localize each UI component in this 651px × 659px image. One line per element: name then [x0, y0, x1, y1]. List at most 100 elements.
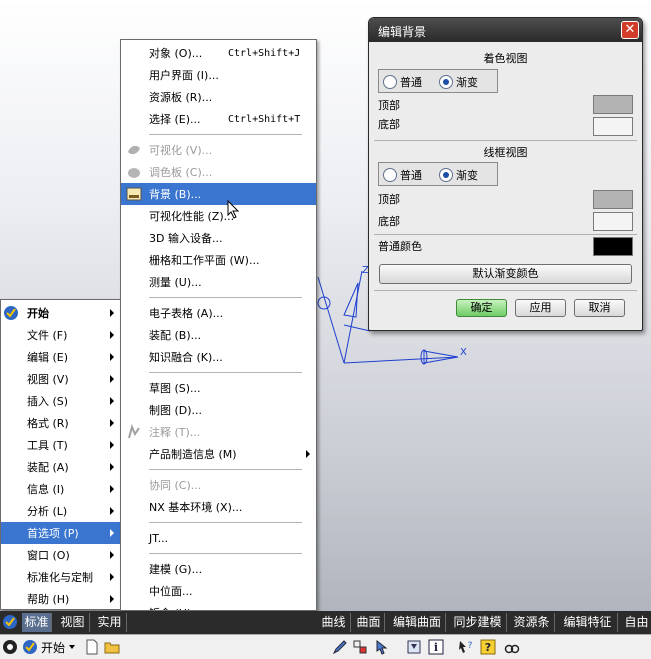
start-menu-item[interactable]: 信息 (I) [1, 478, 120, 500]
filter-icon[interactable] [406, 639, 422, 655]
ribbon-tab[interactable]: 实用 [93, 613, 127, 632]
preferences-menu-item[interactable]: 3D 输入设备... [121, 227, 316, 249]
start-menu: 开始 文件 (F) 编辑 (E) 视图 (V) 插入 (S) 格式 (R) 工具 (T) 装配… [0, 299, 121, 610]
start-menu-item[interactable]: 帮助 (H) [1, 588, 120, 610]
preferences-menu-item[interactable]: 用户界面 (I)... [121, 64, 316, 86]
svg-text:i: i [434, 641, 438, 654]
gear-icon[interactable] [2, 639, 18, 655]
preferences-menu-item[interactable]: 中位面... [121, 580, 316, 602]
info-icon[interactable]: i [428, 639, 444, 655]
palette-icon [128, 168, 140, 178]
dialog-title: 编辑背景 [378, 25, 427, 39]
close-button[interactable]: ✕ [621, 21, 639, 39]
shaded-top-color-swatch[interactable] [593, 95, 633, 114]
binoculars-icon[interactable] [504, 639, 520, 655]
preferences-menu-item[interactable]: 对象 (O)... Ctrl+Shift+J [121, 42, 316, 64]
start-menu-item[interactable]: 插入 (S) [1, 390, 120, 412]
svg-text:?: ? [485, 641, 491, 654]
preferences-menu-item[interactable]: 电子表格 (A)... [121, 302, 316, 324]
apply-button[interactable]: 应用 [515, 299, 566, 317]
ribbon-tab[interactable]: 编辑特征 [558, 613, 618, 632]
wireframe-bottom-label: 底部 [378, 215, 400, 228]
shaded-gradient-radio[interactable]: 渐变 [439, 74, 478, 90]
plain-color-swatch[interactable] [593, 237, 633, 256]
start-menu-item[interactable]: 文件 (F) [1, 324, 120, 346]
nx-logo-icon [3, 615, 17, 629]
select-icon[interactable] [374, 639, 390, 655]
start-menu-header[interactable]: 开始 [1, 302, 120, 324]
preferences-menu-item[interactable]: 建模 (G)... [121, 558, 316, 580]
new-file-icon[interactable] [84, 639, 100, 655]
ribbon-tab[interactable]: 曲线 [317, 613, 351, 632]
start-menu-item[interactable]: 首选项 (P) [1, 522, 120, 544]
ribbon-tab[interactable]: 编辑曲面 [389, 613, 446, 632]
snap-icon[interactable] [352, 639, 368, 655]
preferences-menu-item[interactable]: NX 基本环境 (X)... [121, 496, 316, 518]
svg-text:?: ? [468, 641, 473, 651]
shaded-plain-radio[interactable]: 普通 [383, 74, 422, 90]
preferences-menu-item[interactable]: 栅格和工作平面 (W)... [121, 249, 316, 271]
divider [374, 290, 637, 291]
submenu-arrow-icon [110, 485, 114, 493]
wireframe-plain-radio[interactable]: 普通 [383, 167, 422, 183]
preferences-menu-item[interactable]: 背景 (B)... [121, 183, 316, 205]
start-menu-item[interactable]: 工具 (T) [1, 434, 120, 456]
wireframe-top-label: 顶部 [378, 193, 400, 206]
ribbon-tab[interactable]: 标准 [22, 613, 52, 632]
pen-icon[interactable] [332, 639, 348, 655]
preferences-menu-item[interactable]: 制图 (D)... [121, 399, 316, 421]
preferences-menu-item[interactable]: 测量 (U)... [121, 271, 316, 293]
preferences-menu-item[interactable]: 可视化性能 (Z)... [121, 205, 316, 227]
start-menu-item[interactable]: 视图 (V) [1, 368, 120, 390]
wireframe-gradient-radio[interactable]: 渐变 [439, 167, 478, 183]
wireframe-mode-group: 普通 渐变 [378, 162, 498, 186]
preferences-menu-item[interactable]: 资源板 (R)... [121, 86, 316, 108]
plain-color-label: 普通颜色 [378, 240, 422, 253]
start-menu-item[interactable]: 标准化与定制 [1, 566, 120, 588]
preferences-menu-item[interactable]: 钣金 (H)... [121, 602, 316, 610]
divider [374, 234, 637, 235]
start-menu-item[interactable]: 窗口 (O) [1, 544, 120, 566]
ribbon-tab[interactable]: 曲面 [353, 613, 385, 632]
visualization-icon [128, 145, 140, 155]
open-folder-icon[interactable] [104, 639, 120, 655]
ok-button[interactable]: 确定 [456, 299, 507, 317]
mouse-cursor-icon [227, 199, 241, 220]
preferences-menu-item[interactable]: JT... [121, 527, 316, 549]
ribbon-tab[interactable]: 自由 [621, 613, 651, 632]
shaded-mode-group: 普通 渐变 [378, 69, 498, 93]
radio-circle-icon [383, 168, 397, 182]
preferences-menu-item[interactable]: 选择 (E)... Ctrl+Shift+T [121, 108, 316, 130]
dialog-titlebar[interactable]: 编辑背景 ✕ [369, 18, 642, 42]
submenu-arrow-icon [306, 450, 310, 458]
whats-this-icon[interactable]: ? [458, 639, 474, 655]
submenu-arrow-icon [110, 529, 114, 537]
preferences-menu-item: 调色板 (C)... [121, 161, 316, 183]
preferences-menu-item[interactable]: 草图 (S)... [121, 377, 316, 399]
shaded-bottom-color-swatch[interactable] [593, 117, 633, 136]
start-menu-item[interactable]: 编辑 (E) [1, 346, 120, 368]
preferences-menu-item[interactable]: 产品制造信息 (M) [121, 443, 316, 465]
preferences-menu-item[interactable]: 装配 (B)... [121, 324, 316, 346]
submenu-arrow-icon [110, 375, 114, 383]
preferences-menu-item[interactable]: 知识融合 (K)... [121, 346, 316, 368]
y-handle [317, 296, 331, 310]
start-menu-item[interactable]: 装配 (A) [1, 456, 120, 478]
ribbon-tab[interactable]: 资源条 [509, 613, 555, 632]
default-gradient-button[interactable]: 默认渐变颜色 [379, 264, 632, 284]
submenu-arrow-icon [110, 353, 114, 361]
start-menu-item[interactable]: 格式 (R) [1, 412, 120, 434]
wireframe-top-color-swatch[interactable] [593, 190, 633, 209]
cancel-button[interactable]: 取消 [574, 299, 625, 317]
wireframe-bottom-color-swatch[interactable] [593, 212, 633, 231]
start-button[interactable]: 开始 [22, 638, 76, 656]
ribbon-tab[interactable]: 视图 [56, 613, 90, 632]
help-icon[interactable]: ? [480, 639, 496, 655]
start-menu-item[interactable]: 分析 (L) [1, 500, 120, 522]
x-axis-label: X [460, 347, 467, 358]
preferences-submenu: 对象 (O)... Ctrl+Shift+J 用户界面 (I)... 资源板 (R).… [120, 39, 317, 611]
submenu-arrow-icon [110, 309, 114, 317]
ribbon-tab[interactable]: 同步建模 [449, 613, 507, 632]
menu-separator [149, 372, 302, 373]
shaded-top-label: 顶部 [378, 99, 400, 112]
